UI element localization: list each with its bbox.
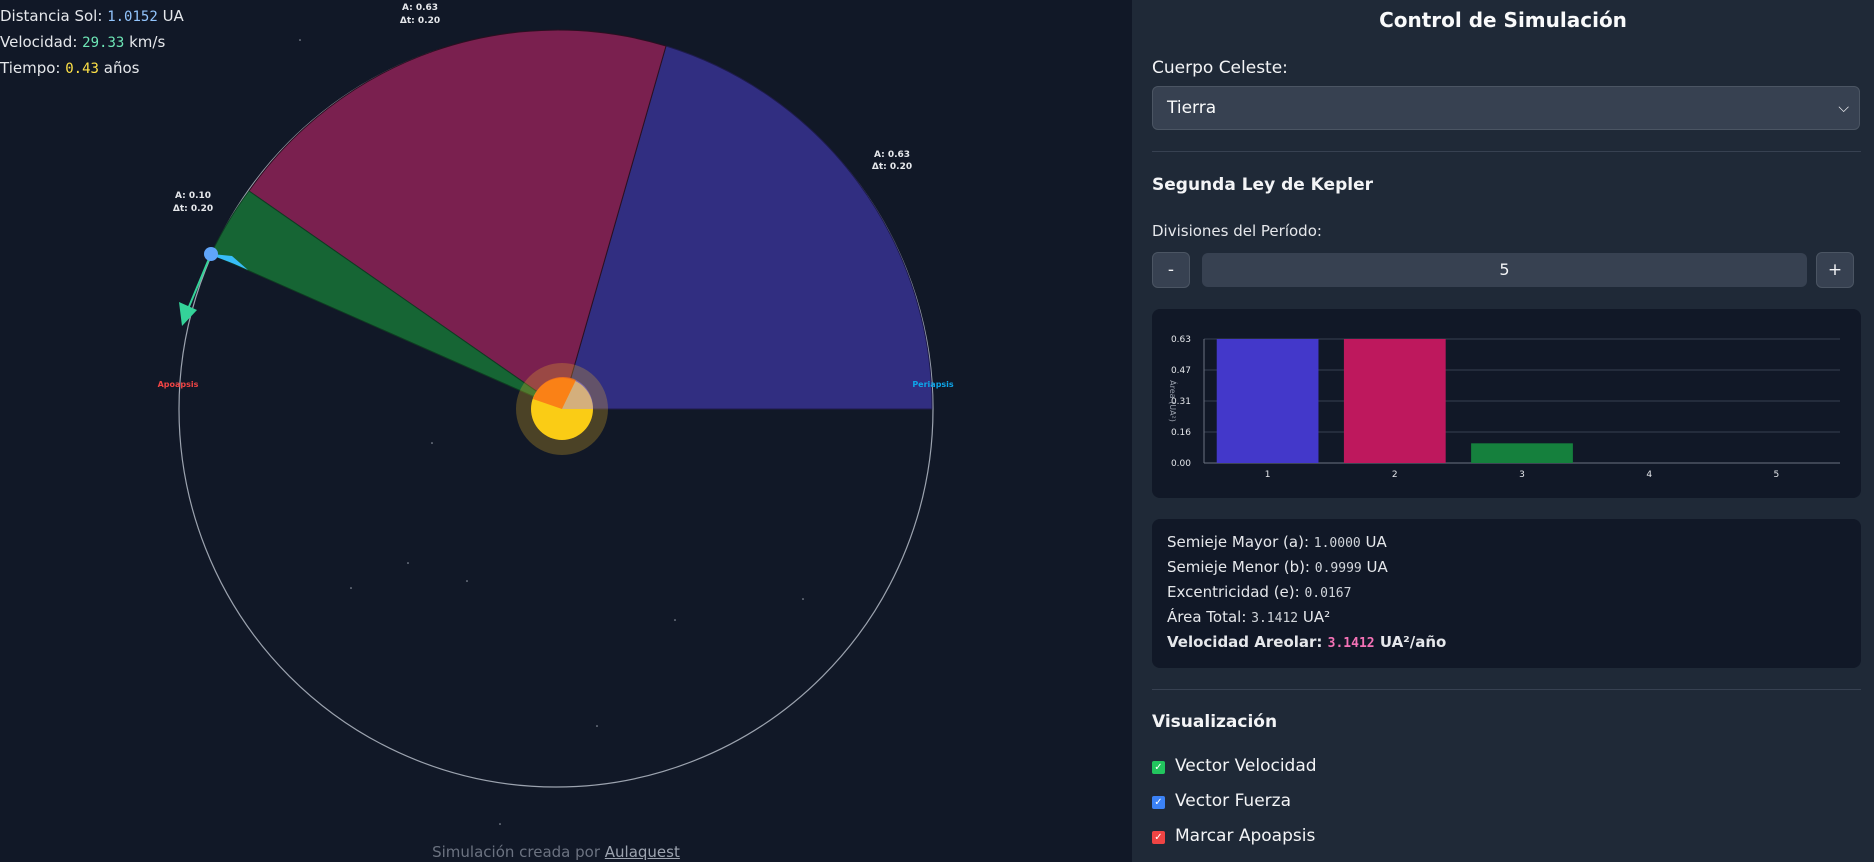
velocity-vector-line (187, 253, 212, 310)
velocity-readout: Velocidad: 29.33 km/s (0, 33, 166, 51)
bar-3 (1471, 443, 1573, 463)
simulation-canvas: A: 0.63 Δt: 0.20 A: 0.63 Δt: 0.20 A: 0.1… (0, 0, 1132, 862)
viz-heading: Visualización (1152, 712, 1278, 732)
kepler-heading: Segunda Ley de Kepler (1152, 175, 1373, 195)
bar-1 (1216, 339, 1319, 463)
sector-3-area-label: A: 0.10 (175, 191, 211, 201)
total-area-row: Área Total: 3.1412 UA² (1167, 608, 1331, 626)
sector-2-area-label: A: 0.63 (402, 3, 438, 13)
semi-major-row: Semieje Mayor (a): 1.0000 UA (1167, 533, 1387, 551)
total-area-value: 3.1412 (1251, 611, 1299, 626)
divisions-value: 5 (1202, 253, 1807, 287)
x-tick-label: 2 (1392, 470, 1398, 480)
distance-readout: Distancia Sol: 1.0152 UA (0, 7, 184, 25)
hud-readouts: Distancia Sol: 1.0152 UA Velocidad: 29.3… (0, 4, 184, 82)
x-tick-label: 5 (1774, 470, 1780, 480)
semi-minor-value: 0.9999 (1314, 561, 1362, 576)
y-tick-label: 0.00 (1171, 459, 1191, 469)
divisions-label: Divisiones del Período: (1152, 222, 1322, 240)
distance-value: 1.0152 (107, 9, 158, 25)
sector-3-dt-label: Δt: 0.20 (173, 204, 213, 214)
orbit-info: Semieje Mayor (a): 1.0000 UA Semieje Men… (1152, 519, 1861, 668)
y-tick-label: 0.63 (1171, 335, 1191, 345)
credit-link[interactable]: Aulaquest (605, 843, 680, 861)
time-value: 0.43 (65, 61, 99, 77)
body-select-value: Tierra (1167, 98, 1217, 118)
sector-1-dt-label: Δt: 0.20 (872, 162, 912, 172)
y-tick-label: 0.16 (1171, 428, 1191, 438)
checkbox-check-icon[interactable]: ✓ (1152, 831, 1165, 844)
bar-2 (1343, 339, 1446, 463)
body-label: Cuerpo Celeste: (1152, 58, 1288, 78)
semi-major-value: 1.0000 (1313, 536, 1361, 551)
apoapsis-label: Apoapsis (158, 380, 199, 389)
area-bar-chart: 0.000.160.310.470.63Área (UA²)1 2 3 4 5 (1168, 335, 1840, 480)
orbit-view: A: 0.63 Δt: 0.20 A: 0.63 Δt: 0.20 A: 0.1… (158, 3, 954, 825)
x-tick-label: 4 (1646, 470, 1652, 480)
area-chart: 0.00 0.16 0.31 0.47 0.63 Área (UA²) 1 2 3 4 5 (1152, 309, 1861, 498)
velocity-value: 29.33 (82, 35, 125, 51)
body-select[interactable]: Tierra ⌵ (1152, 86, 1860, 130)
divider (1152, 689, 1861, 690)
eccentricity-value: 0.0167 (1304, 586, 1352, 601)
areal-velocity-row: Velocidad Areolar: 3.1412 UA²/año (1167, 633, 1447, 651)
chevron-down-icon: ⌵ (1838, 100, 1849, 116)
planet[interactable] (204, 247, 218, 261)
x-tick-label: 1 (1265, 470, 1271, 480)
periapsis-label: Periapsis (912, 380, 954, 389)
checkbox-check-icon[interactable]: ✓ (1152, 796, 1165, 809)
velocity-vector-icon (179, 302, 197, 326)
sector-2-dt-label: Δt: 0.20 (400, 16, 440, 26)
sector-1-area-label: A: 0.63 (874, 150, 910, 160)
y-axis-label: Área (UA²) (1168, 380, 1179, 422)
areal-velocity-value: 3.1412 (1327, 636, 1375, 651)
eccentricity-row: Excentricidad (e): 0.0167 (1167, 583, 1352, 601)
time-readout: Tiempo: 0.43 años (0, 59, 140, 77)
divider (1152, 151, 1861, 152)
credit-line: Simulación creada por Aulaquest (432, 843, 680, 861)
x-tick-label: 3 (1519, 470, 1525, 480)
panel-title: Control de Simulación (1379, 8, 1627, 32)
increment-button[interactable]: + (1816, 252, 1854, 288)
control-panel: Control de Simulación Cuerpo Celeste: Ti… (1132, 0, 1874, 862)
y-tick-label: 0.47 (1171, 366, 1191, 376)
checkbox-check-icon[interactable]: ✓ (1152, 761, 1165, 774)
decrement-button[interactable]: - (1152, 252, 1190, 288)
semi-minor-row: Semieje Menor (b): 0.9999 UA (1167, 558, 1388, 576)
